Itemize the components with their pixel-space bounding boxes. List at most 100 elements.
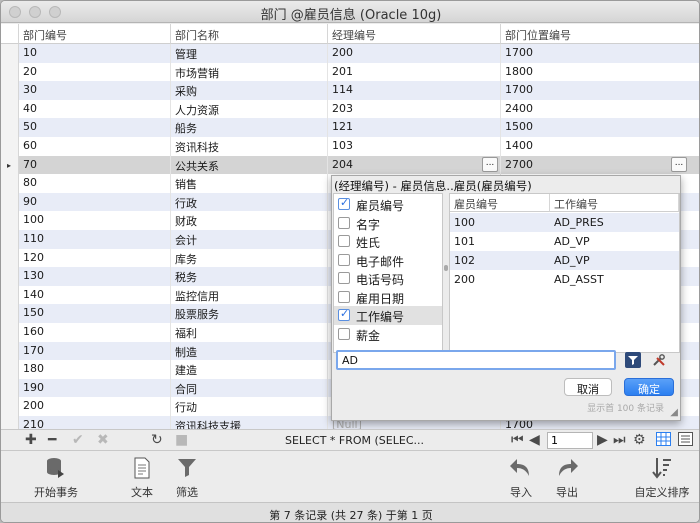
- table-cell[interactable]: 1700: [501, 81, 699, 100]
- table-cell[interactable]: 采购: [171, 81, 328, 100]
- table-row[interactable]: 40 人力资源 203 2400: [1, 99, 699, 119]
- table-cell[interactable]: 建造: [171, 360, 328, 379]
- row-gutter[interactable]: [1, 211, 19, 230]
- row-gutter[interactable]: [1, 360, 19, 379]
- table-cell[interactable]: 福利: [171, 323, 328, 342]
- table-cell[interactable]: 210: [19, 416, 171, 429]
- row-gutter[interactable]: [1, 323, 19, 342]
- table-cell[interactable]: 160: [19, 323, 171, 342]
- field-checkbox[interactable]: [338, 253, 350, 266]
- table-cell[interactable]: 130: [19, 267, 171, 286]
- table-cell[interactable]: 103: [328, 137, 501, 156]
- row-gutter[interactable]: [1, 62, 19, 82]
- gear-icon[interactable]: ⚙: [633, 432, 646, 448]
- table-cell[interactable]: 资讯科技支援: [171, 416, 328, 429]
- table-cell[interactable]: 90: [19, 192, 171, 212]
- table-cell[interactable]: 管理: [171, 44, 328, 63]
- result-row[interactable]: 101 AD_VP: [450, 232, 679, 251]
- table-cell[interactable]: 70: [19, 155, 171, 175]
- field-checkbox[interactable]: [338, 307, 350, 321]
- table-cell[interactable]: 60: [19, 137, 171, 156]
- column-header[interactable]: 部门位置编号: [501, 24, 699, 44]
- export-button[interactable]: 导出: [553, 456, 581, 500]
- stop-icon[interactable]: ■: [175, 432, 188, 448]
- row-gutter[interactable]: [1, 99, 19, 119]
- row-gutter[interactable]: [1, 397, 19, 416]
- table-cell[interactable]: 人力资源: [171, 99, 328, 119]
- table-cell[interactable]: 120: [19, 248, 171, 268]
- row-gutter[interactable]: [1, 230, 19, 249]
- table-cell[interactable]: 1800: [501, 63, 699, 82]
- field-item[interactable]: 电子邮件: [334, 251, 442, 270]
- table-cell[interactable]: 2400: [501, 100, 699, 119]
- table-cell[interactable]: 203: [328, 99, 501, 119]
- popup-splitter[interactable]: [444, 193, 448, 353]
- table-cell[interactable]: 201: [328, 62, 501, 82]
- table-cell[interactable]: 121: [328, 118, 501, 137]
- row-gutter[interactable]: [1, 267, 19, 286]
- tools-icon[interactable]: [650, 352, 668, 370]
- row-gutter[interactable]: [1, 192, 19, 212]
- field-item[interactable]: 薪金: [334, 325, 442, 344]
- table-cell[interactable]: 200: [19, 397, 171, 416]
- row-gutter[interactable]: [1, 81, 19, 100]
- row-gutter[interactable]: [1, 341, 19, 361]
- result-row[interactable]: 100 AD_PRES: [450, 213, 679, 232]
- field-checkbox[interactable]: [338, 216, 350, 229]
- table-cell[interactable]: 80: [19, 174, 171, 193]
- row-gutter[interactable]: [1, 118, 19, 137]
- table-cell[interactable]: 监控信用: [171, 285, 328, 305]
- table-cell[interactable]: 170: [19, 341, 171, 361]
- table-cell[interactable]: 税务: [171, 267, 328, 286]
- table-cell[interactable]: 20: [19, 62, 171, 82]
- result-column-header[interactable]: 雇员编号: [450, 194, 550, 212]
- table-cell[interactable]: 市场营销: [171, 62, 328, 82]
- location-lookup-button[interactable]: ...: [671, 156, 687, 172]
- row-gutter[interactable]: [1, 378, 19, 398]
- table-cell[interactable]: 10: [19, 44, 171, 63]
- column-header[interactable]: 部门名称: [171, 24, 328, 44]
- begin-transaction-button[interactable]: 开始事务: [33, 456, 79, 500]
- field-checkbox[interactable]: [338, 196, 350, 210]
- row-gutter[interactable]: [1, 44, 19, 63]
- field-checkbox[interactable]: [338, 272, 350, 284]
- field-item[interactable]: 姓氏: [334, 232, 442, 251]
- result-row[interactable]: 102 AD_VP: [450, 251, 679, 270]
- table-row[interactable]: 30 采购 114 1700: [1, 81, 699, 100]
- row-gutter[interactable]: [1, 416, 19, 429]
- first-page-icon[interactable]: ⏮: [511, 432, 524, 448]
- field-item[interactable]: 雇用日期: [334, 288, 442, 307]
- table-cell[interactable]: 1400: [501, 137, 699, 156]
- table-cell[interactable]: 180: [19, 360, 171, 379]
- table-cell[interactable]: 200: [328, 44, 501, 63]
- table-cell[interactable]: 204: [328, 155, 501, 175]
- table-cell[interactable]: 100: [19, 211, 171, 230]
- column-header[interactable]: 部门编号: [19, 24, 171, 44]
- table-row[interactable]: 20 市场营销 201 1800: [1, 62, 699, 82]
- last-page-icon[interactable]: ⏭: [613, 432, 626, 448]
- custom-sort-button[interactable]: 自定义排序: [633, 456, 691, 500]
- table-cell[interactable]: 船务: [171, 118, 328, 137]
- field-checkbox[interactable]: [338, 235, 350, 247]
- form-view-icon[interactable]: [678, 432, 693, 450]
- cancel-button[interactable]: 取消: [564, 378, 612, 396]
- table-cell[interactable]: 财政: [171, 211, 328, 230]
- field-checkbox[interactable]: [338, 290, 350, 303]
- table-row[interactable]: 60 资讯科技 103 1400: [1, 137, 699, 156]
- table-cell[interactable]: 合同: [171, 378, 328, 398]
- table-cell[interactable]: 公共关系: [171, 155, 328, 175]
- table-cell[interactable]: 1500: [501, 118, 699, 137]
- add-record-icon[interactable]: ✚: [25, 432, 37, 448]
- row-gutter[interactable]: [1, 137, 19, 156]
- table-cell[interactable]: 190: [19, 378, 171, 398]
- table-cell[interactable]: 30: [19, 81, 171, 100]
- ok-button[interactable]: 确定: [624, 378, 674, 396]
- row-gutter[interactable]: [1, 174, 19, 193]
- text-button[interactable]: 文本: [127, 456, 157, 500]
- prev-page-icon[interactable]: ◀: [529, 432, 540, 448]
- table-cell[interactable]: 库务: [171, 248, 328, 268]
- manager-lookup-button[interactable]: ...: [482, 156, 498, 172]
- table-cell[interactable]: 50: [19, 118, 171, 137]
- field-item[interactable]: 雇员编号: [334, 195, 442, 214]
- table-cell[interactable]: 40: [19, 99, 171, 119]
